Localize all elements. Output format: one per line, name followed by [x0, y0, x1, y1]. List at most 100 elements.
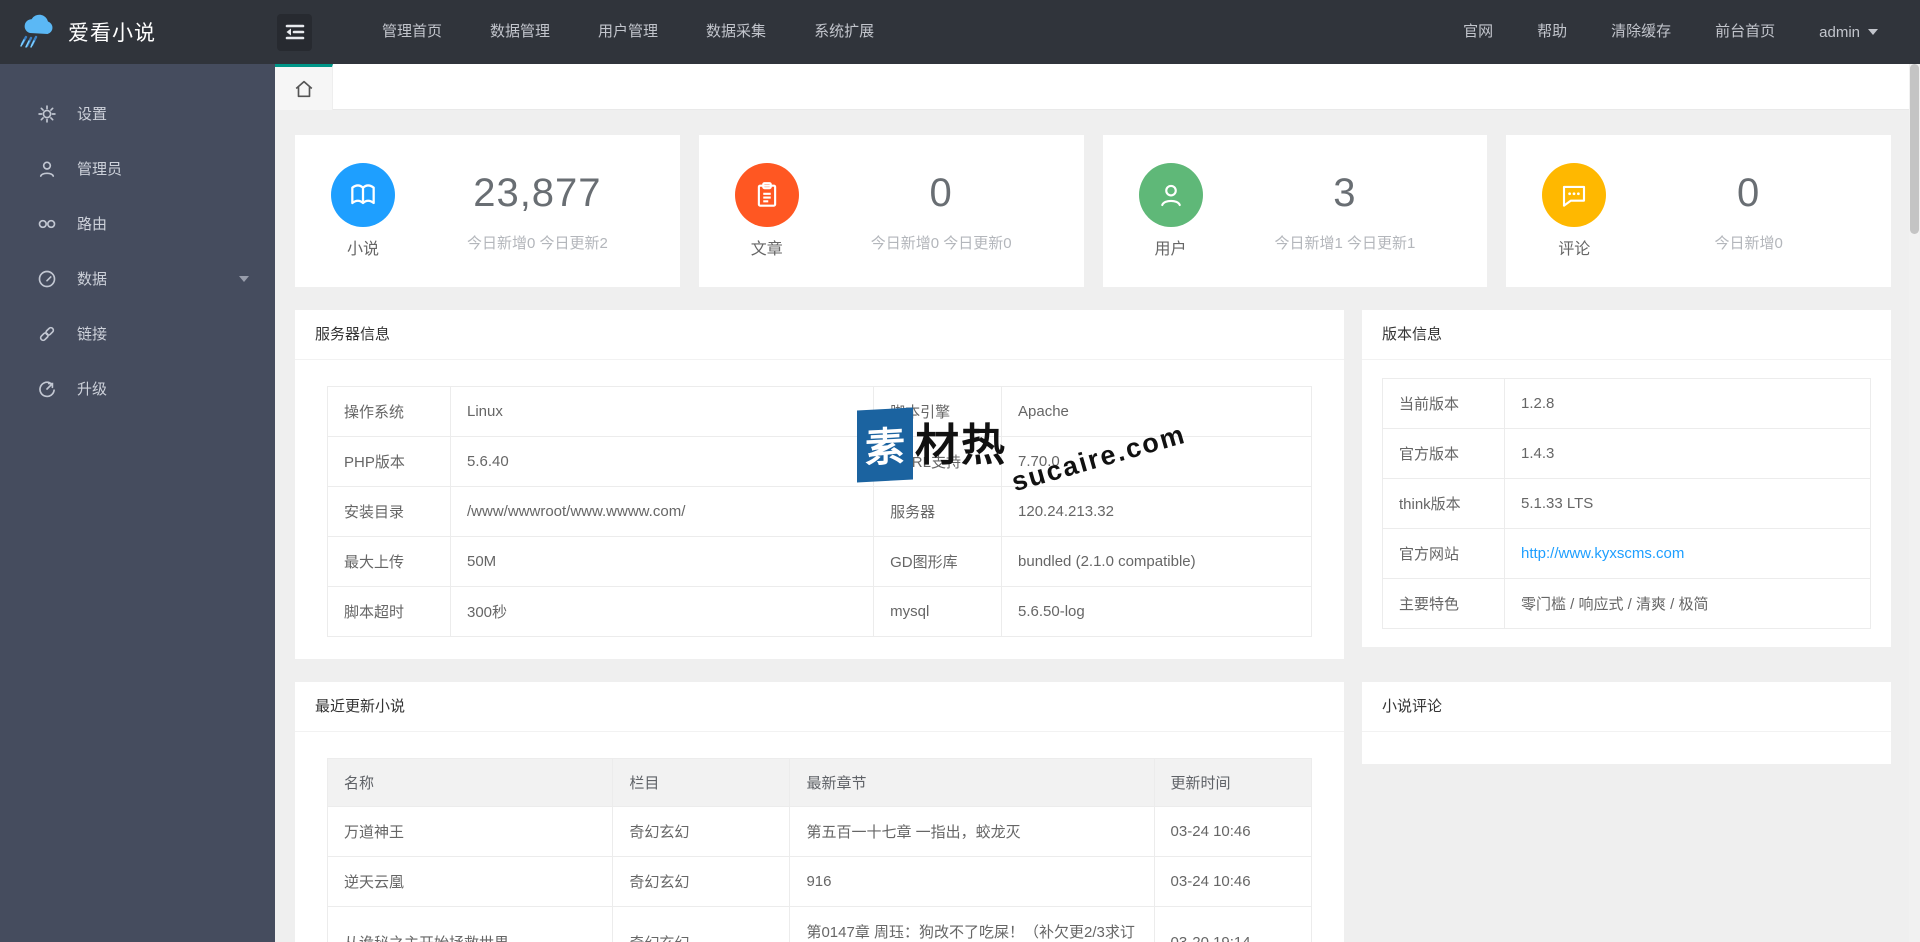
cell-label: 安装目录: [327, 486, 451, 537]
novel-name: 万道神王: [326, 806, 614, 857]
novel-latest-chapter: 第五百一十七章 一指出，蛟龙灭: [789, 806, 1155, 857]
scrollbar-thumb[interactable]: [1910, 64, 1919, 234]
rain-cloud-icon: [18, 13, 58, 51]
home-icon: [293, 78, 315, 100]
novel-comments-panel: 小说评论: [1362, 682, 1891, 764]
version-info-panel: 版本信息 当前版本 1.2.8 官方版本 1.4.3 think版本 5.1.3…: [1362, 310, 1891, 647]
user-dropdown[interactable]: admin: [1797, 24, 1878, 41]
column-header: 名称: [326, 758, 614, 807]
cell-value: Apache: [1001, 386, 1312, 437]
chevron-down-icon: [239, 275, 249, 282]
chevron-down-icon: [1868, 29, 1878, 35]
menu-item-data-collect[interactable]: 数据采集: [682, 0, 790, 64]
panel-title: 最近更新小说: [295, 682, 1344, 732]
stat-value: 0: [929, 171, 953, 215]
novel-name: 从诡秘之主开始拯救世界: [326, 906, 614, 942]
table-row: PHP版本 5.6.40 CURL支持 7.70.0: [327, 436, 1312, 487]
sidebar-item-label: 路由: [77, 216, 108, 233]
stat-label: 评论: [1558, 241, 1591, 258]
stat-value: 0: [1737, 171, 1761, 215]
username: admin: [1819, 23, 1860, 41]
dashboard-content: 小说 23,877 今日新增0 今日更新2 文章 0 今日新增0 今日更新0 用…: [275, 110, 1920, 942]
table-row: 官方网站 http://www.kyxscms.com: [1382, 528, 1871, 579]
cell-label: 脚本超时: [327, 586, 451, 637]
sidebar-item-routes[interactable]: 路由: [0, 196, 275, 251]
cell-value: Linux: [449, 386, 875, 437]
tab-home[interactable]: [275, 64, 333, 110]
app-title: 爱看小说: [68, 22, 156, 45]
cell-label: PHP版本: [327, 436, 451, 487]
shrink-menu-icon: [285, 23, 305, 41]
column-header: 更新时间: [1153, 758, 1313, 807]
menu-item-data-manage[interactable]: 数据管理: [466, 0, 574, 64]
route-icon: [37, 214, 57, 234]
table-row[interactable]: 万道神王 奇幻玄幻 第五百一十七章 一指出，蛟龙灭 03-24 10:46: [326, 806, 1313, 857]
cell-label: 主要特色: [1382, 578, 1505, 629]
cell-value: 7.70.0: [1001, 436, 1312, 487]
panel-title: 小说评论: [1362, 682, 1891, 732]
cell-label: 官方版本: [1382, 428, 1505, 479]
menu-item-admin-home[interactable]: 管理首页: [358, 0, 466, 64]
sidebar-item-upgrade[interactable]: 升级: [0, 361, 275, 416]
comment-icon: [1542, 163, 1607, 227]
sidebar-item-settings[interactable]: 设置: [0, 86, 275, 141]
menu-item-help[interactable]: 帮助: [1515, 0, 1589, 64]
sidebar-item-data[interactable]: 数据: [0, 251, 275, 306]
cell-label: 服务器: [873, 486, 1003, 537]
table-row: 主要特色 零门槛 / 响应式 / 清爽 / 极简: [1382, 578, 1871, 629]
cell-value: 5.1.33 LTS: [1504, 478, 1871, 529]
panel-title: 服务器信息: [295, 310, 1344, 360]
user-icon: [37, 159, 57, 179]
menu-item-clear-cache[interactable]: 清除缓存: [1589, 0, 1693, 64]
novel-latest-chapter: 第0147章 周珏：狗改不了吃屎！（补欠更2/3求订阅！）: [789, 906, 1155, 942]
cell-label: 当前版本: [1382, 378, 1505, 429]
cell-value: 120.24.213.32: [1001, 486, 1312, 537]
stat-sub: 今日新增0: [1714, 235, 1783, 252]
sidebar-item-links[interactable]: 链接: [0, 306, 275, 361]
table-row: think版本 5.1.33 LTS: [1382, 478, 1871, 529]
cell-value: 300秒: [449, 586, 875, 637]
table-row[interactable]: 逆天云凰 奇幻玄幻 916 03-24 10:46: [326, 856, 1313, 907]
gear-icon: [37, 104, 57, 124]
brand[interactable]: 爱看小说: [0, 13, 275, 51]
article-icon: [734, 163, 799, 227]
sidebar-item-label: 管理员: [77, 161, 123, 178]
version-info-table: 当前版本 1.2.8 官方版本 1.4.3 think版本 5.1.33 LTS: [1382, 378, 1871, 629]
table-row: 最大上传 50M GD图形库 bundled (2.1.0 compatible…: [327, 536, 1312, 587]
stat-card-users: 用户 3 今日新增1 今日更新1: [1102, 135, 1488, 287]
sidebar-collapse-button[interactable]: [277, 13, 312, 51]
cell-value: /www/wwwroot/www.wwww.com/: [449, 486, 875, 537]
stat-card-comments: 评论 0 今日新增0: [1506, 135, 1891, 287]
stat-label: 文章: [750, 241, 783, 258]
page-scrollbar[interactable]: [1909, 64, 1920, 942]
upgrade-icon: [37, 379, 57, 399]
novel-update-time: 03-20 19:14: [1153, 906, 1313, 942]
top-navbar: 爱看小说 管理首页 数据管理 用户管理 数据采集 系统扩展 官网 帮助 清除缓存…: [0, 0, 1920, 64]
menu-item-front-home[interactable]: 前台首页: [1693, 0, 1797, 64]
novel-name: 逆天云凰: [326, 856, 614, 907]
cell-label: think版本: [1382, 478, 1505, 529]
navbar-right: 官网 帮助 清除缓存 前台首页 admin: [1441, 0, 1920, 64]
sidebar-item-label: 设置: [77, 106, 108, 123]
novel-category: 奇幻玄幻: [612, 806, 791, 857]
tab-bar: [275, 64, 1920, 110]
menu-item-official-site[interactable]: 官网: [1441, 0, 1515, 64]
novel-category: 奇幻玄幻: [612, 906, 791, 942]
cell-value: 5.6.50-log: [1001, 586, 1312, 637]
table-row[interactable]: 从诡秘之主开始拯救世界 奇幻玄幻 第0147章 周珏：狗改不了吃屎！（补欠更2/…: [326, 906, 1313, 942]
cell-label: 最大上传: [327, 536, 451, 587]
cell-value: 5.6.40: [449, 436, 875, 487]
sidebar-item-admins[interactable]: 管理员: [0, 141, 275, 196]
stat-sub: 今日新增1 今日更新1: [1274, 235, 1416, 252]
cell-label: 操作系统: [327, 386, 451, 437]
cell-label: 官方网站: [1382, 528, 1505, 579]
column-header: 最新章节: [789, 758, 1155, 807]
server-info-table: 操作系统 Linux 脚本引擎 Apache PHP版本 5.6.40 CURL…: [327, 386, 1312, 637]
official-site-link[interactable]: http://www.kyxscms.com: [1521, 545, 1684, 562]
stat-sub: 今日新增0 今日更新2: [466, 235, 608, 252]
main-menu: 管理首页 数据管理 用户管理 数据采集 系统扩展: [358, 0, 898, 64]
menu-item-sys-extend[interactable]: 系统扩展: [790, 0, 898, 64]
stat-sub: 今日新增0 今日更新0: [870, 235, 1012, 252]
menu-item-user-manage[interactable]: 用户管理: [574, 0, 682, 64]
cell-value: 1.4.3: [1504, 428, 1871, 479]
